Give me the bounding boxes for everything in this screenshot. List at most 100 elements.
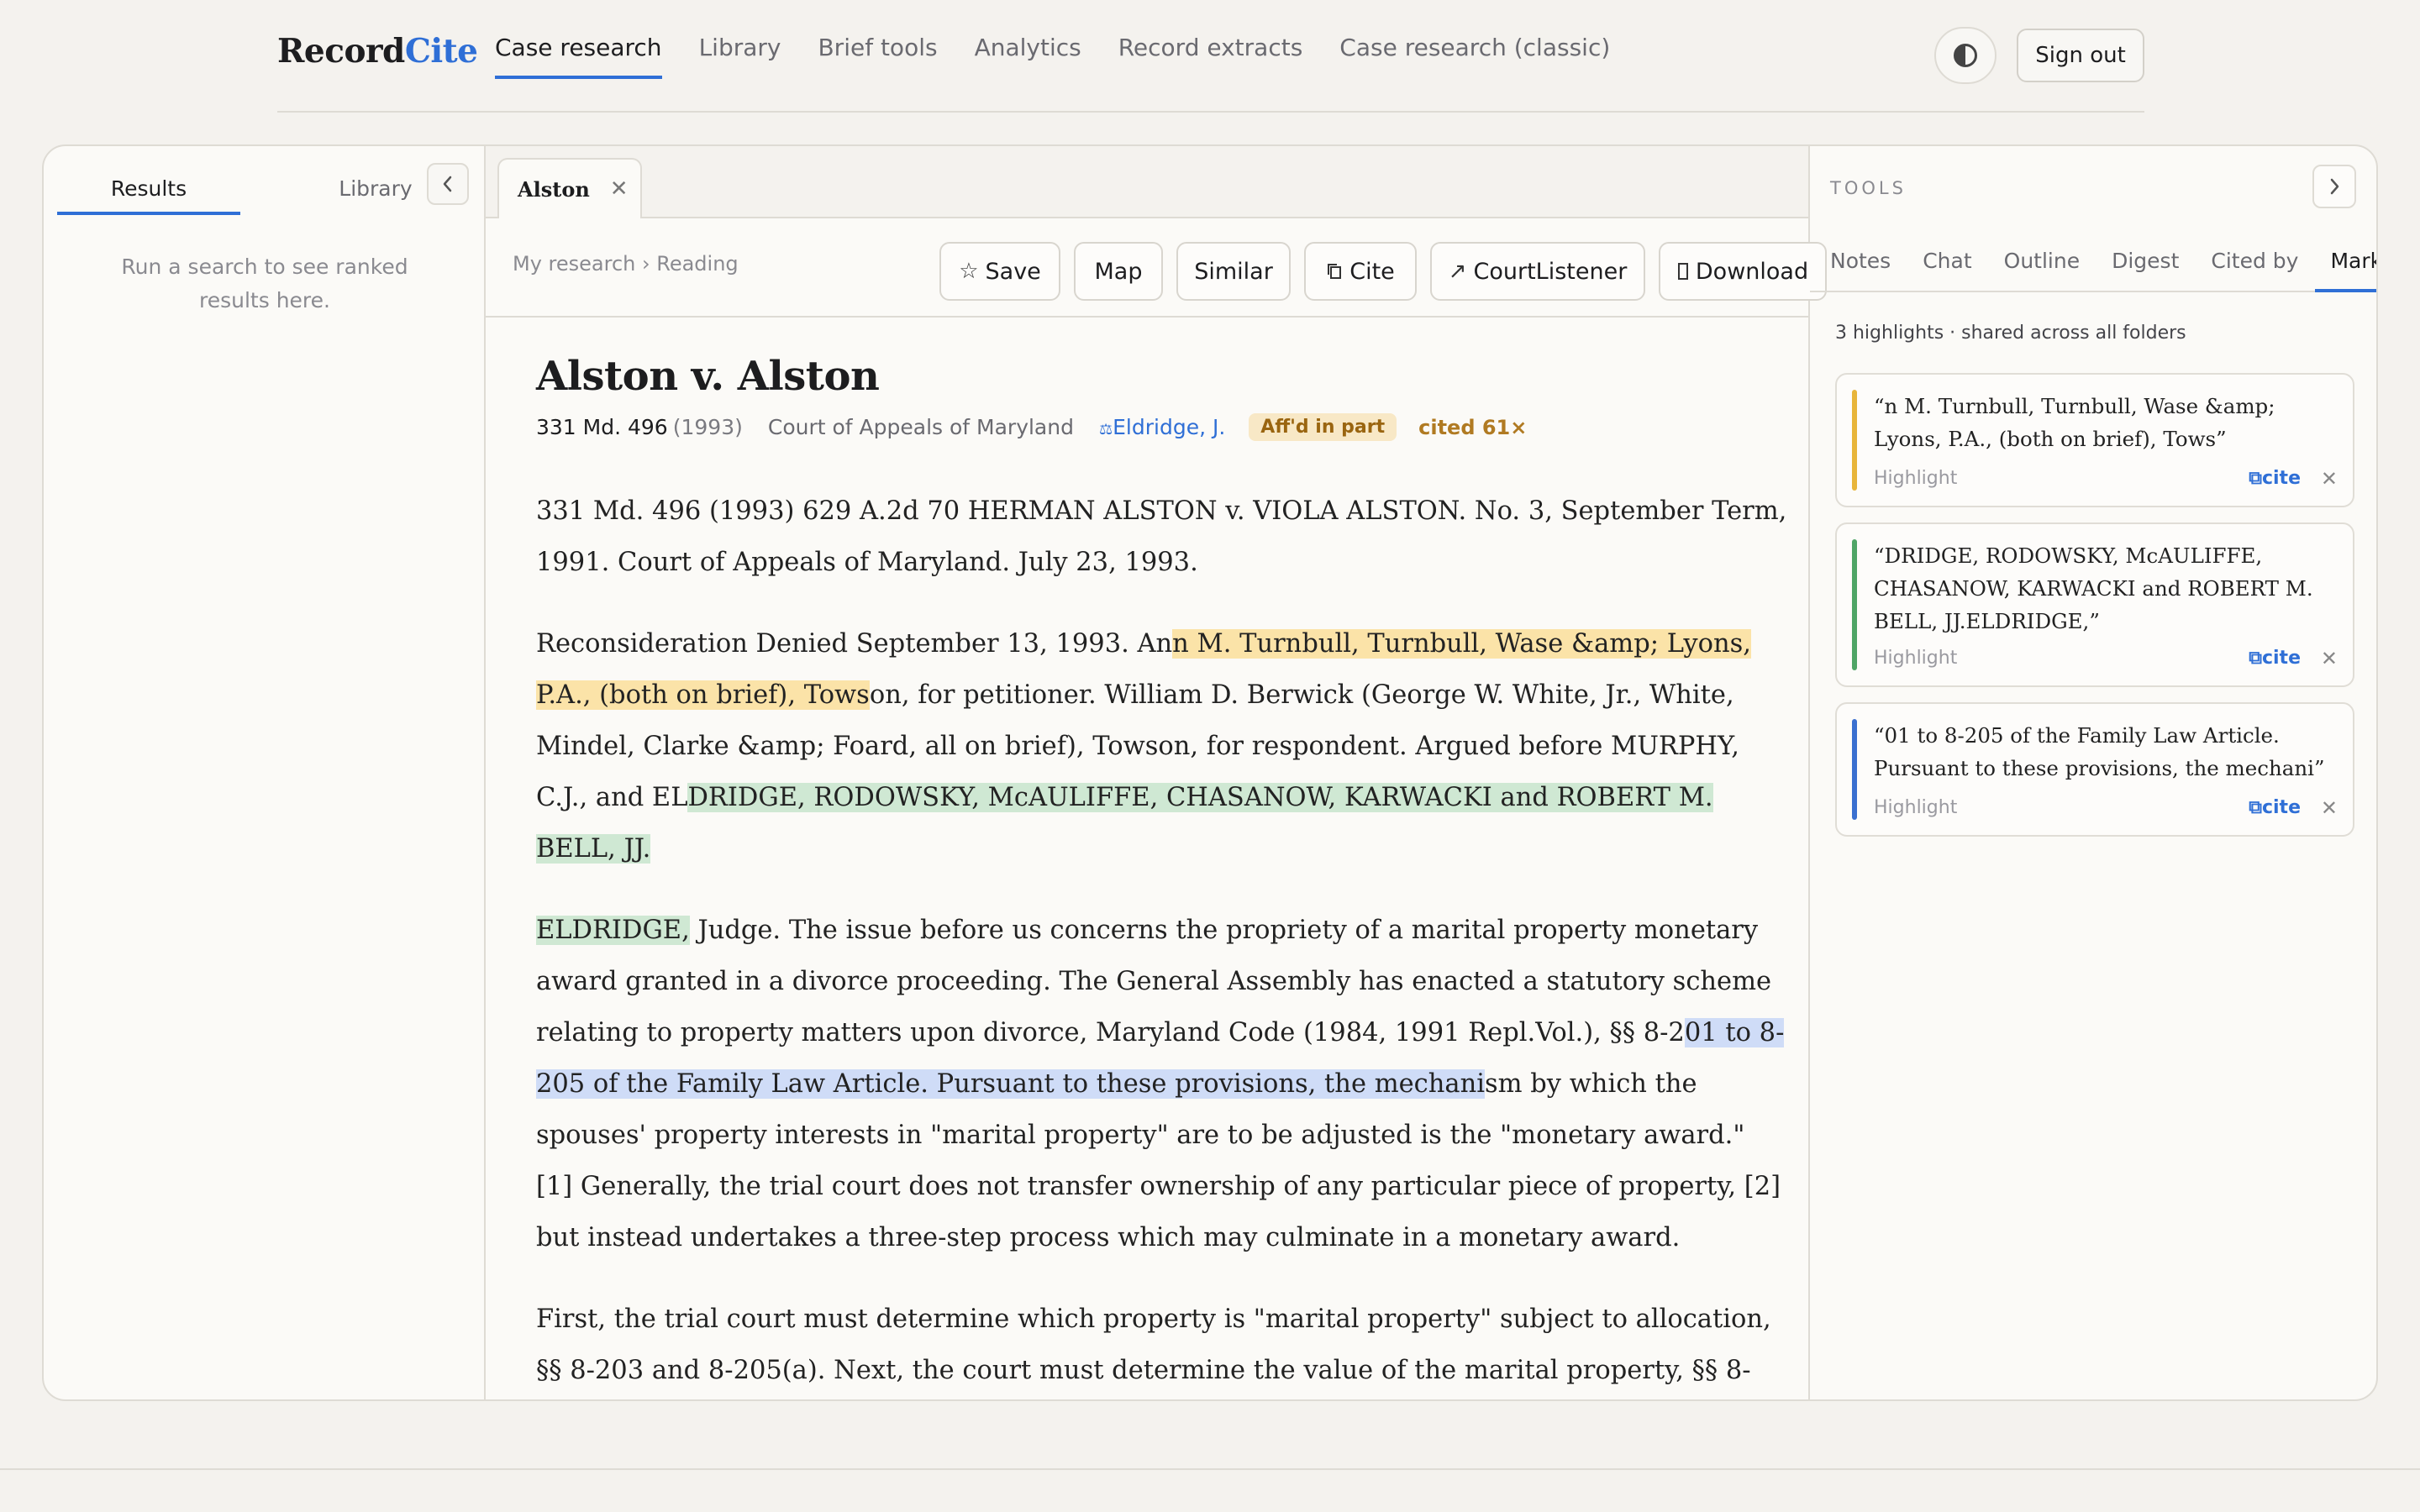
brand-part-2: Cite <box>404 32 478 71</box>
status-badge: Aff'd in part <box>1249 413 1397 441</box>
courtlistener-label: CourtListener <box>1473 258 1628 285</box>
nav-record-extracts[interactable]: Record extracts <box>1118 0 1303 77</box>
case-paragraph-1: 331 Md. 496 (1993) 629 A.2d 70 HERMAN AL… <box>536 496 1787 577</box>
document-tab-alston[interactable]: Alston ✕ <box>497 158 642 218</box>
mark-color-bar <box>1852 390 1857 491</box>
nav-case-research-classic[interactable]: Case research (classic) <box>1339 0 1610 77</box>
judge-name: Eldridge, J. <box>1113 415 1226 439</box>
case-paragraph-3: ELDRIDGE, Judge. The issue before us con… <box>536 905 1788 1263</box>
text-run: Reconsideration Denied September 13, 199… <box>536 629 1173 659</box>
mark-card[interactable]: “DRIDGE, RODOWSKY, McAULIFFE, CHASANOW, … <box>1835 522 2354 687</box>
case-metadata: 331 Md. 496 (1993) Court of Appeals of M… <box>536 413 1527 441</box>
close-icon[interactable]: ✕ <box>2321 467 2338 491</box>
case-title: Alston v. Alston <box>536 353 880 400</box>
case-year: (1993) <box>672 415 743 439</box>
mark-quote: “DRIDGE, RODOWSKY, McAULIFFE, CHASANOW, … <box>1874 543 2313 633</box>
document-toolbar: My research › Reading ☆ Save Map Similar… <box>486 218 1827 318</box>
download-button[interactable]: Download <box>1659 242 1827 301</box>
cite-label: Cite <box>1349 258 1395 285</box>
close-icon[interactable]: ✕ <box>2321 647 2338 670</box>
similar-label: Similar <box>1194 258 1273 285</box>
mark-cite-button[interactable]: ⧉cite <box>2249 797 2301 818</box>
theme-toggle-button[interactable] <box>1934 27 1996 84</box>
map-button[interactable]: Map <box>1074 242 1163 301</box>
nav-case-research[interactable]: Case research <box>495 0 662 79</box>
tools-heading: TOOLS <box>1830 178 1907 198</box>
mark-card[interactable]: “01 to 8-205 of the Family Law Article. … <box>1835 702 2354 837</box>
tab-marks[interactable]: Marks <box>2315 230 2376 292</box>
breadcrumb[interactable]: My research › Reading <box>513 252 739 276</box>
marks-summary: 3 highlights · shared across all folders <box>1835 323 2186 344</box>
empty-results-message: Run a search to see ranked results here. <box>121 255 408 312</box>
tools-panel: TOOLS Notes Chat Outline Digest Cited by… <box>1810 146 2376 1399</box>
main-nav: Case research Library Brief tools Analyt… <box>495 0 1647 111</box>
close-icon[interactable]: ✕ <box>610 176 629 202</box>
collapse-tools-button[interactable] <box>2312 165 2356 208</box>
highlight-green[interactable]: ELDRIDGE, <box>536 916 690 945</box>
mark-card[interactable]: “n M. Turnbull, Turnbull, Wase &amp; Lyo… <box>1835 373 2354 507</box>
brand-part-1: Record <box>277 32 405 71</box>
mark-cite-label: cite <box>2261 648 2301 669</box>
document-reader: Alston ✕ My research › Reading ☆ Save Ma… <box>486 146 1827 1399</box>
mark-type: Highlight <box>1874 468 1958 489</box>
cite-button[interactable]: Cite <box>1304 242 1417 301</box>
tab-outline[interactable]: Outline <box>2004 230 2080 291</box>
cited-count[interactable]: cited 61× <box>1418 416 1527 439</box>
mark-cite-label: cite <box>2261 797 2301 818</box>
case-citation: 331 Md. 496 <box>536 415 668 439</box>
save-label: Save <box>985 258 1041 285</box>
document-icon <box>1677 263 1688 280</box>
external-link-icon: ↗ <box>1448 259 1467 284</box>
copy-icon: ⧉ <box>2249 648 2262 669</box>
document-tab-bar: Alston ✕ <box>486 146 1808 218</box>
tab-cited-by[interactable]: Cited by <box>2211 230 2298 291</box>
courtlistener-button[interactable]: ↗ CourtListener <box>1430 242 1645 301</box>
case-reading-pane: Alston v. Alston 331 Md. 496 (1993) Cour… <box>486 318 1808 1399</box>
top-navigation-bar: RecordCite Case research Library Brief t… <box>277 0 2144 113</box>
scales-icon: ⚖ <box>1098 421 1113 438</box>
sign-out-button[interactable]: Sign out <box>2017 29 2144 82</box>
left-sidebar: Results Library Run a search to see rank… <box>44 146 486 1399</box>
workspace-panel: Results Library Run a search to see rank… <box>42 144 2378 1401</box>
mark-color-bar <box>1852 719 1857 820</box>
brand-logo[interactable]: RecordCite <box>277 32 478 71</box>
download-label: Download <box>1695 258 1809 285</box>
copy-icon <box>1328 264 1342 279</box>
tab-notes[interactable]: Notes <box>1830 230 1891 291</box>
judge-link[interactable]: ⚖Eldridge, J. <box>1099 415 1225 439</box>
case-body: 331 Md. 496 (1993) 629 A.2d 70 HERMAN AL… <box>536 486 1788 1399</box>
star-icon: ☆ <box>959 259 979 284</box>
nav-brief-tools[interactable]: Brief tools <box>818 0 937 77</box>
case-paragraph-2: Reconsideration Denied September 13, 199… <box>536 618 1788 874</box>
copy-icon: ⧉ <box>2249 797 2262 818</box>
similar-button[interactable]: Similar <box>1176 242 1291 301</box>
nav-library[interactable]: Library <box>699 0 781 77</box>
document-tab-label: Alston <box>518 176 590 202</box>
tab-results[interactable]: Results <box>57 166 240 215</box>
mark-type: Highlight <box>1874 648 1958 669</box>
mark-cite-button[interactable]: ⧉cite <box>2249 468 2301 489</box>
tab-digest[interactable]: Digest <box>2112 230 2179 291</box>
nav-analytics[interactable]: Analytics <box>975 0 1081 77</box>
close-icon[interactable]: ✕ <box>2321 796 2338 820</box>
highlight-green[interactable]: DRIDGE, RODOWSKY, McAULIFFE, CHASANOW, K… <box>536 783 1713 864</box>
tab-chat[interactable]: Chat <box>1923 230 1971 291</box>
case-court: Court of Appeals of Maryland <box>767 415 1074 439</box>
case-paragraph-4: First, the trial court must determine wh… <box>536 1305 1771 1385</box>
mark-cite-button[interactable]: ⧉cite <box>2249 648 2301 669</box>
map-label: Map <box>1094 258 1143 285</box>
mark-quote: “n M. Turnbull, Turnbull, Wase &amp; Lyo… <box>1874 394 2275 451</box>
contrast-icon <box>1954 44 1977 67</box>
mark-cite-label: cite <box>2261 468 2301 489</box>
mark-quote: “01 to 8-205 of the Family Law Article. … <box>1874 723 2325 780</box>
mark-type: Highlight <box>1874 797 1958 818</box>
text-run: Judge. The issue before us concerns the … <box>536 916 1772 1047</box>
chevron-right-icon <box>2330 178 2339 195</box>
save-button[interactable]: ☆ Save <box>939 242 1060 301</box>
collapse-sidebar-button[interactable] <box>427 163 469 205</box>
tools-tabs: Notes Chat Outline Digest Cited by Marks <box>1810 230 2376 292</box>
copy-icon: ⧉ <box>2249 468 2262 489</box>
chevron-left-icon <box>443 176 452 192</box>
footer-divider <box>0 1468 2420 1470</box>
mark-color-bar <box>1852 539 1857 670</box>
